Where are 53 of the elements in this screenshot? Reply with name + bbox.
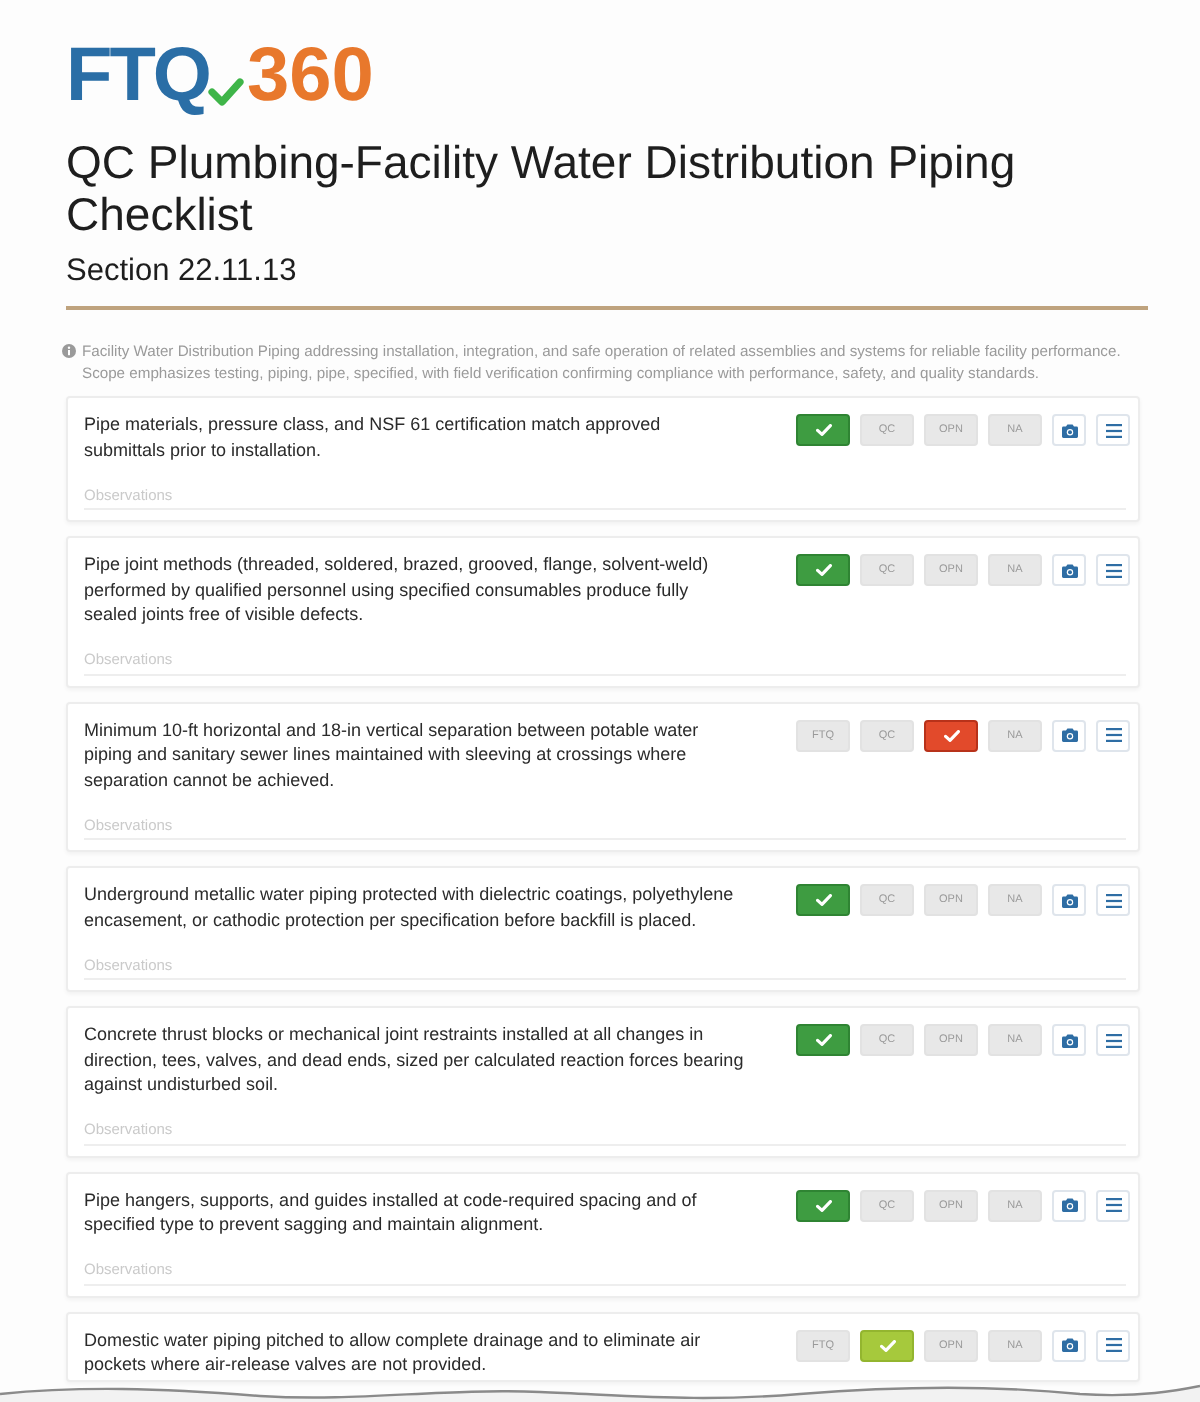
menu-icon — [1105, 728, 1121, 742]
status-button[interactable] — [796, 1189, 850, 1221]
check-icon — [879, 1339, 895, 1351]
menu-icon — [1105, 1198, 1121, 1212]
menu-button[interactable] — [1096, 884, 1130, 916]
menu-button[interactable] — [1096, 554, 1130, 586]
camera-button[interactable] — [1052, 1189, 1086, 1221]
menu-icon — [1105, 423, 1121, 437]
check-icon — [815, 424, 831, 436]
menu-icon — [1105, 1033, 1121, 1047]
menu-icon — [1105, 563, 1121, 577]
menu-button[interactable] — [1096, 1189, 1130, 1221]
menu-button[interactable] — [1096, 719, 1130, 751]
check-icon — [815, 564, 831, 576]
checklist-item-text: Underground metallic water piping protected with dielectric coatings, polyethylene encasement, or cathodic protection per specification before backfill is placed. — [84, 882, 736, 932]
checklist-item-text: Pipe joint methods (threaded, soldered, brazed, grooved, flange, solvent-weld) performed by qualified personnel using specified consumables produce fully sealed joints free of visible defects. — [84, 552, 711, 627]
camera-icon — [1061, 563, 1077, 577]
camera-button[interactable] — [1052, 554, 1086, 586]
page-title: QC Plumbing-Facility Water Distribution Piping Checklist — [66, 136, 1018, 240]
status-button[interactable] — [796, 554, 850, 586]
camera-button[interactable] — [1052, 1329, 1086, 1361]
check-icon — [815, 894, 831, 906]
logo-text: 360 — [246, 44, 374, 108]
camera-icon — [1061, 728, 1077, 742]
camera-button[interactable] — [1052, 719, 1086, 751]
camera-button[interactable] — [1052, 884, 1086, 916]
checklist-item-text: Minimum 10-ft horizontal and 18-in vertical separation between potable water piping and sanitary sewer lines maintained with sleeving at crossings where separation cannot be achieved. — [84, 717, 701, 792]
check-icon — [815, 1034, 831, 1046]
camera-icon — [1061, 423, 1077, 437]
menu-button[interactable] — [1096, 414, 1130, 446]
info-icon — [62, 344, 76, 358]
menu-icon — [1105, 893, 1121, 907]
camera-button[interactable] — [1052, 414, 1086, 446]
camera-icon — [1061, 893, 1077, 907]
check-icon — [815, 1199, 831, 1211]
check-icon — [943, 729, 959, 741]
camera-icon — [1061, 1198, 1077, 1212]
checklist-item-text: Pipe hangers, supports, and guides installed at code-required spacing and of specified type to prevent sagging and maintain alignment. — [84, 1187, 699, 1237]
checklist-item-text: Pipe materials, pressure class, and NSF 61 certification match approved submittals prior to installation. — [84, 412, 663, 462]
camera-button[interactable] — [1052, 1024, 1086, 1056]
camera-icon — [1061, 1338, 1077, 1352]
status-button[interactable] — [796, 884, 850, 916]
checklist-item-text: Domestic water piping pitched to allow complete drainage and to eliminate air pockets where air-release valves are not provided. — [84, 1327, 703, 1377]
status-button[interactable] — [796, 414, 850, 446]
menu-button[interactable] — [1096, 1024, 1130, 1056]
status-button[interactable] — [796, 1024, 850, 1056]
camera-icon — [1061, 1033, 1077, 1047]
status-button[interactable] — [924, 719, 978, 751]
section-number: Section 22.11.13 — [66, 254, 299, 288]
checklist-item-text: Concrete thrust blocks or mechanical joint restraints installed at all changes in direction, tees, valves, and dead ends, sized per calculated reaction forces bearing against undisturbed soil. — [84, 1022, 746, 1097]
check-icon — [208, 78, 245, 106]
menu-button[interactable] — [1096, 1329, 1130, 1361]
menu-icon — [1105, 1338, 1121, 1352]
